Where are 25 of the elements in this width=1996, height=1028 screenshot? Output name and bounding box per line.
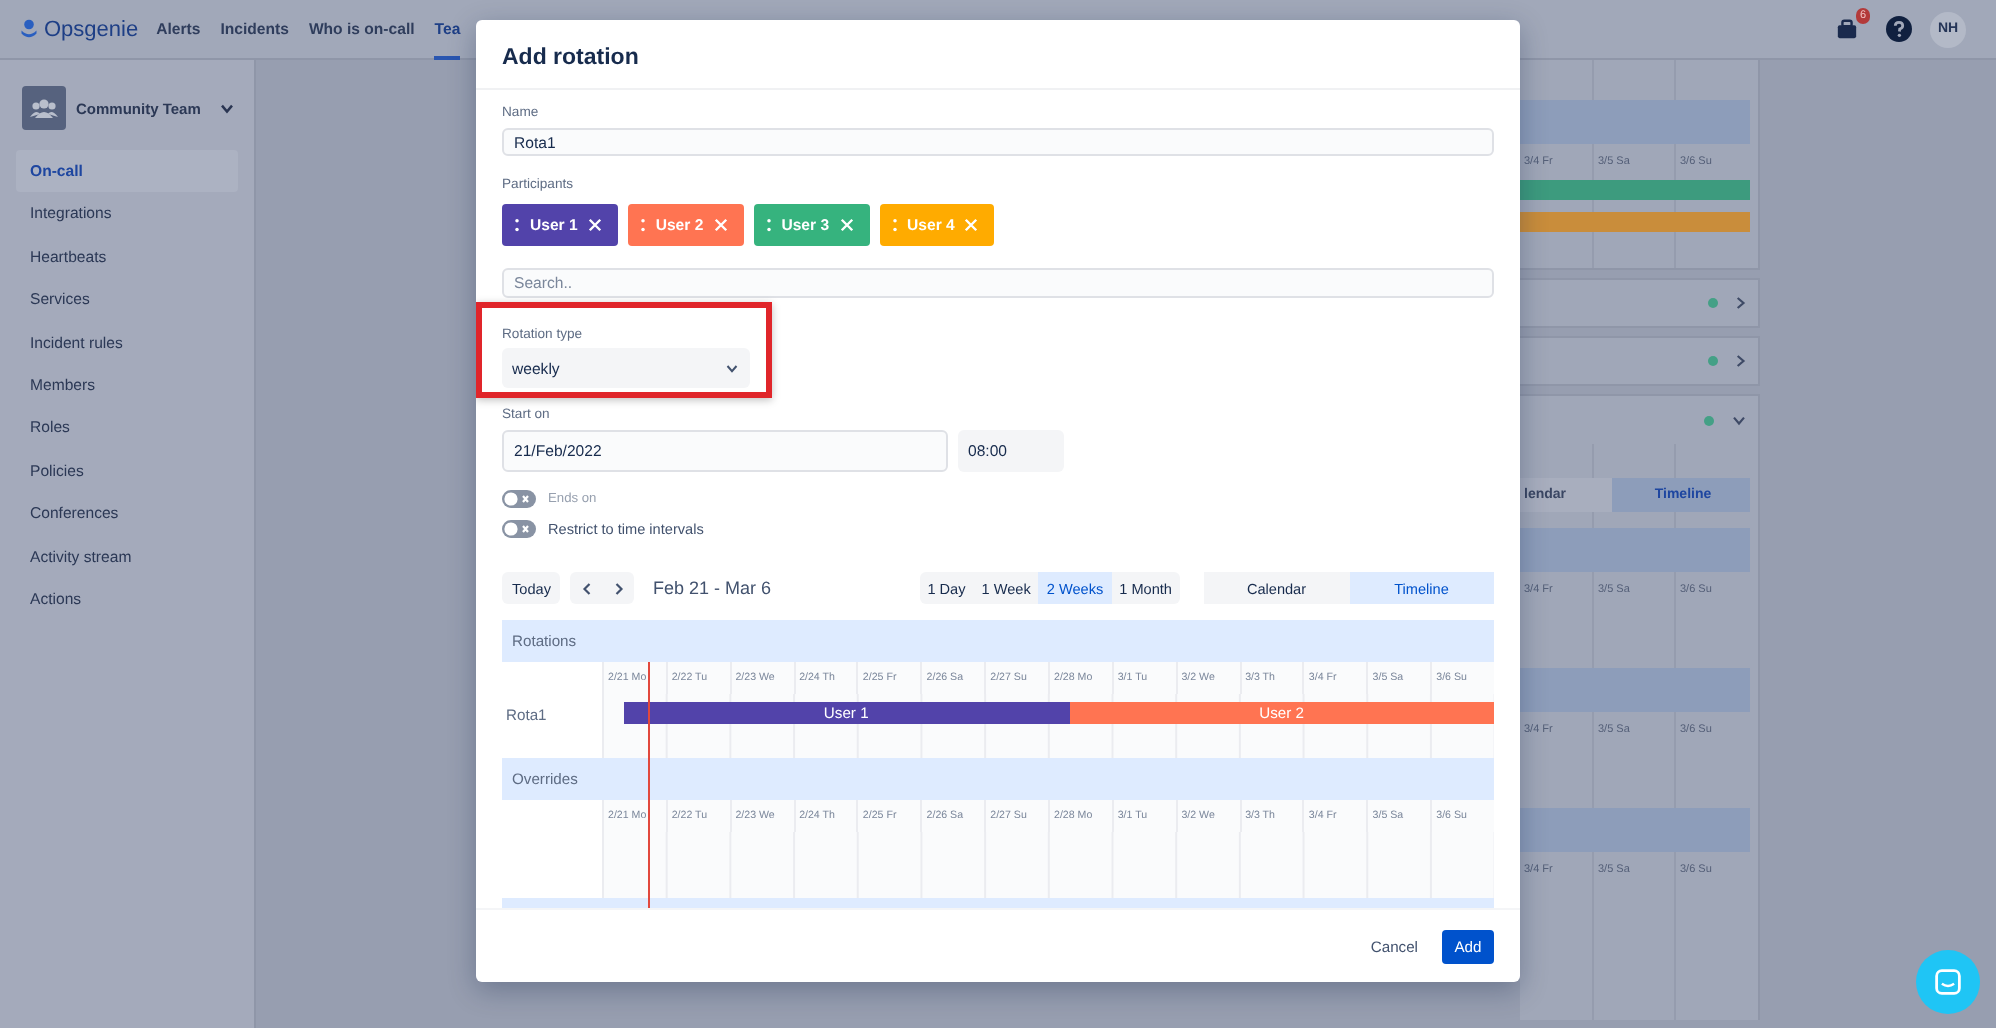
drag-handle-icon[interactable] [891,218,898,233]
package-icon[interactable] [1836,18,1858,40]
chevron-right-icon[interactable] [613,581,624,595]
toggle-switch[interactable] [502,519,536,537]
help-icon[interactable] [1886,16,1912,42]
chevron-down-icon[interactable] [726,363,738,373]
chevron-left-icon[interactable] [581,581,592,595]
chevron-down-icon[interactable] [220,103,235,113]
status-dot [1704,415,1714,425]
team-icon [22,86,66,130]
chevron-right-icon[interactable] [1736,354,1746,368]
drag-handle-icon[interactable] [765,218,772,233]
status-dot [1708,356,1718,366]
chevron-right-icon[interactable] [1736,296,1746,310]
dialog-title: Add rotation [502,46,639,70]
drag-handle-icon[interactable] [639,218,646,233]
chat-button[interactable] [1916,950,1980,1014]
logo-text: Opsgenie [44,17,139,41]
close-icon[interactable] [587,218,602,233]
chat-bubble-icon[interactable] [1934,968,1962,996]
logo-icon [20,18,38,40]
status-dot [1708,298,1718,308]
chevron-down-icon[interactable] [1732,415,1746,425]
date-range: Feb 21 - Mar 6 [652,578,772,598]
drag-handle-icon[interactable] [514,218,520,233]
